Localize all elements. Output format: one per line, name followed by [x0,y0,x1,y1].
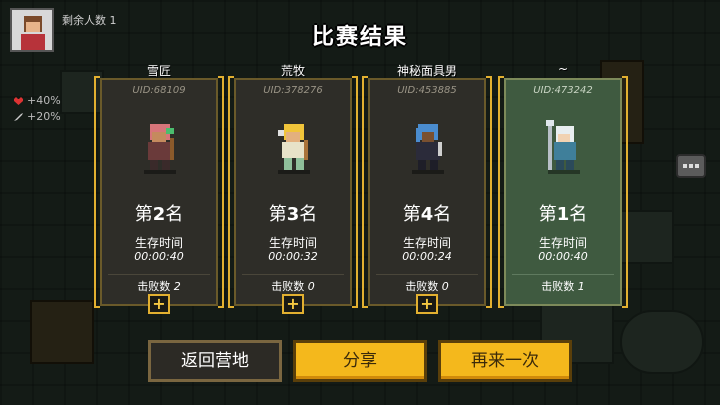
survival-time-value: 00:00:40 [538,250,588,263]
survival-time-label: 生存时间 [134,236,183,250]
survival-time-label: 生存时间 [402,236,451,250]
add-friend-button[interactable]: + [416,294,438,314]
player-name: 神秘面具男 [396,64,457,78]
kills-count: 击败数 1 [541,280,585,293]
survival-time-label: 生存时间 [268,236,317,250]
result-card: 神秘面具男 UID:453885 第4名 生存时间 00:00:24 击败数 0 [362,62,492,316]
character-sprite [546,120,580,174]
kills-count: 击败数 0 [405,280,449,293]
hud-stat-attack: +20% [14,110,61,123]
rank-label: 第2名 [134,204,184,225]
result-card: 荒牧 UID:378276 第3名 生存时间 00:00:32 击败数 0 [228,62,358,316]
kills-count: 击败数 2 [137,280,181,293]
share-button[interactable]: 分享 [293,340,427,382]
character-sprite [144,124,176,174]
chat-dot-icon [683,164,687,168]
player-uid: UID:378276 [263,85,323,96]
character-sprite [412,124,444,174]
survival-time-label: 生存时间 [538,236,587,250]
add-friend-button[interactable]: + [282,294,304,314]
player-name: 雪匠 [146,64,171,78]
rank-label: 第1名 [538,204,588,225]
sword-icon [14,112,23,121]
back-to-camp-button[interactable]: 返回营地 [148,340,282,382]
player-name: ~ [557,62,569,76]
player-uid: UID:473242 [533,85,593,96]
play-again-button[interactable]: 再来一次 [438,340,572,382]
result-card: 雪匠 UID:68109 第2名 生存时间 00:00:40 击败数 2 [94,62,224,316]
survival-time-value: 00:00:40 [134,250,184,263]
character-sprite [278,124,310,174]
kills-count: 击败数 0 [271,280,315,293]
chat-button[interactable] [676,154,706,178]
hud-stat-health: +40% [14,94,61,107]
rank-label: 第4名 [402,204,452,225]
player-name: 荒牧 [280,64,305,78]
result-card-winner: ~ UID:473242 第1名 生存时间 00:00:40 击败数 1 [498,62,628,316]
player-uid: UID:453885 [397,85,457,96]
page-title: 比赛结果 [311,25,408,50]
survival-time-value: 00:00:24 [402,250,452,263]
hud-stat-value: +20% [27,110,61,123]
player-uid: UID:68109 [132,85,186,96]
survival-time-value: 00:00:32 [268,250,318,263]
heart-icon [14,96,23,105]
rank-label: 第3名 [268,204,318,225]
add-friend-button[interactable]: + [148,294,170,314]
hud-stat-value: +40% [27,94,61,107]
